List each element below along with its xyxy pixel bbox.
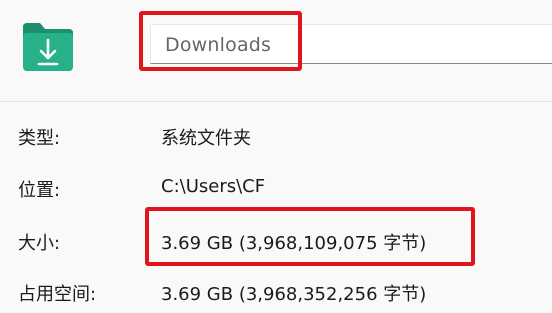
section-divider — [0, 101, 552, 102]
size-on-disk-value: 3.69 GB (3,968,352,256 字节) — [161, 284, 427, 305]
folder-name-field[interactable]: Downloads — [150, 24, 552, 64]
location-value: C:\Users\CF — [161, 176, 266, 197]
size-label: 大小: — [18, 233, 61, 254]
folder-name-input[interactable]: Downloads — [165, 34, 271, 56]
location-label: 位置: — [18, 180, 61, 201]
size-value: 3.69 GB (3,968,109,075 字节) — [161, 233, 427, 254]
downloads-folder-icon — [23, 23, 73, 71]
type-value: 系统文件夹 — [161, 128, 251, 149]
type-label: 类型: — [18, 128, 61, 149]
size-on-disk-label: 占用空间: — [18, 284, 97, 305]
